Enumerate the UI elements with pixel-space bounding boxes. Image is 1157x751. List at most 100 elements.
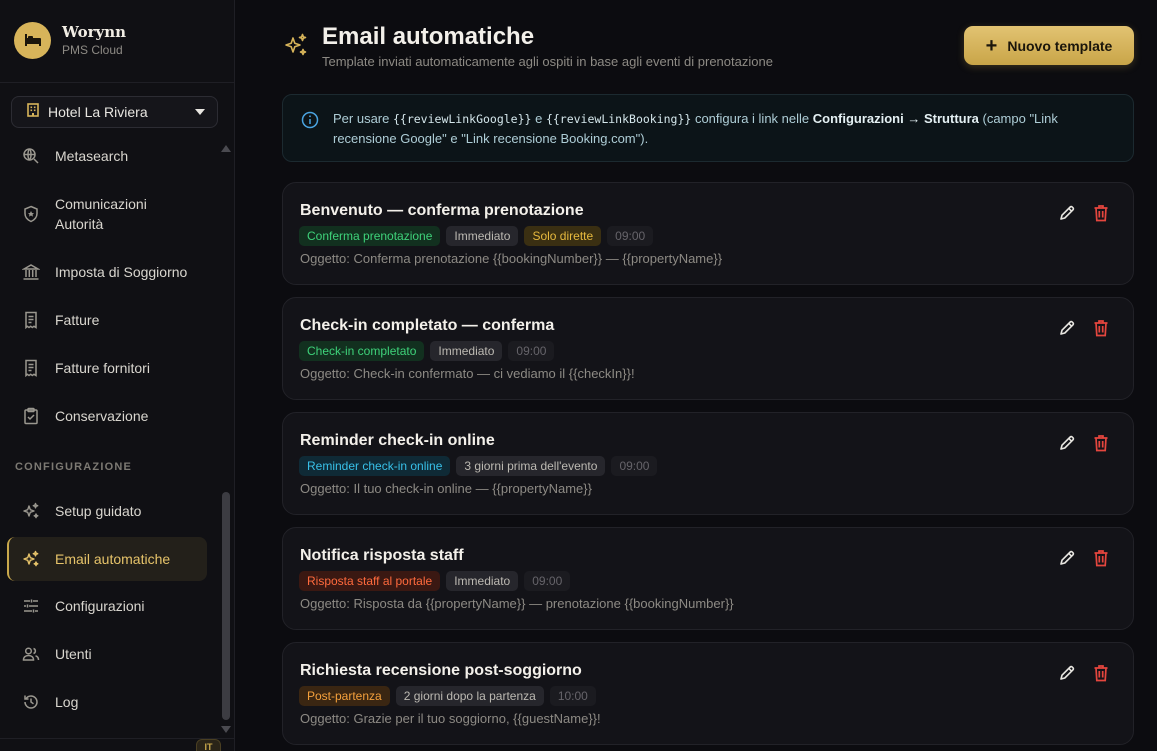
template-actions (1058, 434, 1110, 452)
sidebar-item-label: Fatture (55, 312, 100, 328)
brand-subtitle: PMS Cloud (62, 42, 123, 57)
template-tags: Check-in completato Immediato 09:00 (299, 341, 555, 361)
template-actions (1058, 664, 1110, 682)
template-tag: 09:00 (524, 571, 571, 591)
sidebar-item-log[interactable]: Log (7, 692, 207, 712)
scroll-up-arrow[interactable] (221, 145, 231, 152)
template-title: Notifica risposta staff (300, 547, 464, 564)
sidebar-item-label: Imposta di Soggiorno (55, 264, 188, 280)
template-title: Check-in completato — conferma (300, 317, 555, 334)
template-tag: 10:00 (549, 686, 596, 706)
template-subject: Oggetto: Check-in confermato — ci vediam… (300, 366, 635, 381)
code-review-link-google: {{reviewLinkGoogle}} (392, 112, 532, 126)
delete-trash-icon[interactable] (1092, 319, 1110, 337)
delete-trash-icon[interactable] (1092, 664, 1110, 682)
template-subject: Oggetto: Grazie per il tuo soggiorno, {{… (300, 711, 601, 726)
sidebar-item-label: Conservazione (55, 408, 149, 424)
sparkles-icon (283, 32, 309, 58)
template-card[interactable]: Benvenuto — conferma prenotazione Conferm… (282, 182, 1134, 285)
edit-pencil-icon[interactable] (1058, 204, 1076, 222)
sidebar-scrollbar[interactable] (222, 492, 230, 720)
section-title-configurazione: CONFIGURAZIONE (15, 461, 133, 473)
template-tag: Risposta staff al portale (299, 571, 441, 591)
receipt-icon (21, 310, 41, 330)
sidebar-item-label: Configurazioni (55, 598, 145, 614)
info-text-part: configura i link nelle (691, 111, 813, 126)
sidebar-item-metasearch[interactable]: Metasearch (7, 146, 207, 166)
sidebar-item-fatture[interactable]: Fatture (7, 310, 207, 330)
sidebar-item-configurazioni[interactable]: Configurazioni (7, 596, 207, 616)
edit-pencil-icon[interactable] (1058, 319, 1076, 337)
template-tag: 09:00 (611, 456, 658, 476)
bed-icon (14, 21, 51, 59)
template-tag: Solo dirette (524, 226, 602, 246)
sidebar-item-imposta-soggiorno[interactable]: Imposta di Soggiorno (7, 262, 207, 282)
sidebar-item-comunicazioni[interactable]: Comunicazioni Autorità (7, 194, 207, 234)
template-subject: Oggetto: Conferma prenotazione {{booking… (300, 251, 723, 266)
template-tag: 3 giorni prima dell'evento (456, 456, 606, 476)
delete-trash-icon[interactable] (1092, 204, 1110, 222)
template-card[interactable]: Reminder check-in online Reminder check-i… (282, 412, 1134, 515)
sparkles-icon (21, 549, 41, 569)
chevron-down-icon (195, 109, 205, 115)
edit-pencil-icon[interactable] (1058, 664, 1076, 682)
info-text-part: e (531, 111, 546, 126)
template-tag: 09:00 (508, 341, 555, 361)
template-tag: Reminder check-in online (299, 456, 451, 476)
shield-star-icon (21, 204, 41, 224)
edit-pencil-icon[interactable] (1058, 549, 1076, 567)
template-actions (1058, 204, 1110, 222)
info-icon (301, 111, 319, 134)
template-actions (1058, 549, 1110, 567)
building-icon (26, 102, 40, 122)
search-globe-icon (21, 146, 41, 166)
template-card[interactable]: Notifica risposta staff Risposta staff al… (282, 527, 1134, 630)
sidebar-item-fatture-fornitori[interactable]: Fatture fornitori (7, 358, 207, 378)
info-arrow: → (903, 111, 924, 126)
sparkles-icon (21, 501, 41, 521)
template-tag: Immediato (446, 571, 519, 591)
scroll-down-arrow[interactable] (221, 726, 231, 733)
language-button[interactable]: IT (196, 739, 221, 751)
sidebar-item-label: Setup guidato (55, 503, 142, 519)
template-tags: Risposta staff al portale Immediato 09:00 (299, 571, 571, 591)
template-tag: 2 giorni dopo la partenza (395, 686, 544, 706)
new-template-button[interactable]: + Nuovo template (964, 26, 1134, 65)
template-tag: Check-in completato (299, 341, 425, 361)
template-tags: Post-partenza 2 giorni dopo la partenza 10… (299, 686, 596, 706)
template-tags: Conferma prenotazione Immediato Solo diret… (299, 226, 654, 246)
template-tag: 09:00 (607, 226, 654, 246)
brand[interactable]: Worynn PMS Cloud (14, 20, 126, 60)
edit-pencil-icon[interactable] (1058, 434, 1076, 452)
new-template-label: Nuovo template (1007, 37, 1113, 54)
clipboard-check-icon (21, 406, 41, 426)
sidebar-item-setup-guidato[interactable]: Setup guidato (7, 501, 207, 521)
template-tag: Immediato (446, 226, 519, 246)
template-subject: Oggetto: Risposta da {{propertyName}} — … (300, 596, 734, 611)
sidebar-item-label: Metasearch (55, 148, 129, 164)
brand-name: Worynn (62, 22, 127, 41)
sidebar-item-email-automatiche[interactable]: Email automatiche (7, 537, 207, 581)
sidebar-item-label: Utenti (55, 646, 92, 662)
info-link-configurazioni: Configurazioni (812, 111, 904, 126)
template-tag: Conferma prenotazione (299, 226, 441, 246)
code-review-link-booking: {{reviewLinkBooking}} (545, 112, 692, 126)
delete-trash-icon[interactable] (1092, 434, 1110, 452)
template-card[interactable]: Check-in completato — conferma Check-in c… (282, 297, 1134, 400)
sidebar-item-label: Fatture fornitori (55, 360, 150, 376)
template-card[interactable]: Richiesta recensione post-soggiorno Post-… (282, 642, 1134, 745)
page-subtitle: Template inviati automaticamente agli os… (322, 54, 773, 69)
page-title: Email automatiche (322, 23, 535, 50)
sidebar-item-conservazione[interactable]: Conservazione (7, 406, 207, 426)
sidebar-item-utenti[interactable]: Utenti (7, 644, 207, 664)
sliders-icon (21, 596, 41, 616)
info-banner: Per usare {{reviewLinkGoogle}} e {{revie… (282, 94, 1134, 162)
sidebar: Worynn PMS Cloud Hotel La Riviera Metase… (0, 0, 235, 751)
hotel-select[interactable]: Hotel La Riviera (11, 96, 218, 128)
users-icon (21, 644, 41, 664)
info-text: Per usare {{reviewLinkGoogle}} e {{revie… (333, 109, 1093, 149)
delete-trash-icon[interactable] (1092, 549, 1110, 567)
info-text-part: Per usare (333, 111, 393, 126)
info-link-struttura: Struttura (923, 111, 979, 126)
plus-icon: + (985, 34, 998, 57)
